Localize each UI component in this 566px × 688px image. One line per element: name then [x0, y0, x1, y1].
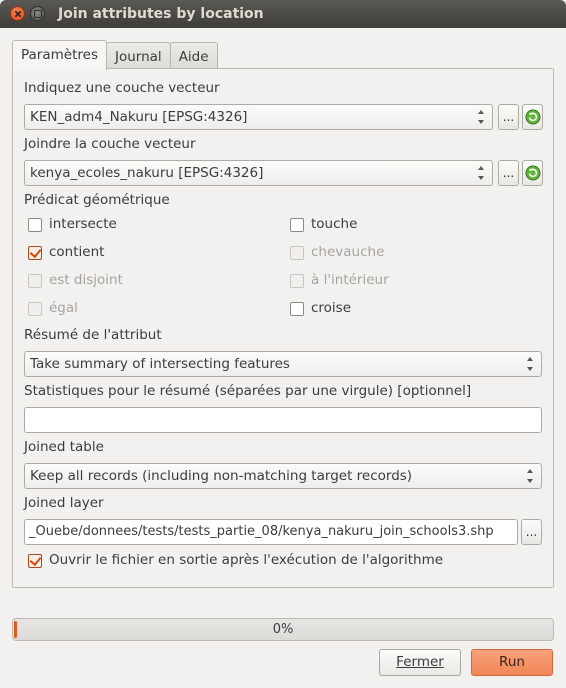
open-output-label: Ouvrir le fichier en sortie après l'exéc… [49, 552, 444, 568]
joined-table-value: Keep all records (including non-matching… [30, 468, 413, 484]
summary-select[interactable]: Take summary of intersecting features [24, 351, 542, 377]
predicate-chevauche-checkbox [290, 246, 304, 260]
predicate-est-disjoint-checkbox [28, 274, 42, 288]
predicate-a-linterieur-label: à l'intérieur [311, 272, 389, 288]
joined-layer-path-input[interactable]: _Ouebe/donnees/tests/tests_partie_08/ken… [24, 519, 518, 545]
input-layer-browse-button[interactable]: ... [498, 104, 519, 130]
input-layer-select[interactable]: KEN_adm4_Nakuru [EPSG:4326] [24, 104, 493, 130]
join-layer-label: Joindre la couche vecteur [24, 136, 196, 152]
predicate-contient-label: contient [49, 244, 105, 260]
join-layer-value: kenya_ecoles_nakuru [EPSG:4326] [30, 165, 264, 181]
close-button-label: Fermer [396, 654, 444, 670]
stats-input[interactable] [24, 407, 542, 433]
summary-label: Résumé de l'attribut [24, 327, 162, 343]
updown-arrows-icon [477, 165, 485, 181]
tab-bar: Paramètres Journal Aide [12, 40, 218, 71]
refresh-green-icon [525, 109, 540, 125]
predicate-touche-label: touche [311, 216, 358, 232]
updown-arrows-icon [526, 468, 534, 484]
join-layer-browse-button[interactable]: ... [498, 160, 519, 186]
predicate-a-linterieur-checkbox [290, 274, 304, 288]
progress-bar: 0% [12, 618, 554, 641]
close-button[interactable]: Fermer [379, 649, 461, 676]
predicate-egal-checkbox [28, 302, 42, 316]
updown-arrows-icon [477, 109, 485, 125]
tab-journal[interactable]: Journal [105, 42, 171, 71]
stats-label: Statistiques pour le résumé (séparées pa… [24, 383, 472, 399]
title-bar: Join attributes by location [0, 0, 566, 28]
tab-parametres[interactable]: Paramètres [12, 40, 107, 70]
maximize-window-icon[interactable] [30, 6, 45, 21]
predicate-label: Prédicat géométrique [24, 192, 170, 208]
input-layer-value: KEN_adm4_Nakuru [EPSG:4326] [30, 109, 248, 125]
joined-table-select[interactable]: Keep all records (including non-matching… [24, 463, 542, 489]
predicate-intersecte-label: intersecte [49, 216, 117, 232]
joined-table-label: Joined table [24, 439, 104, 455]
refresh-green-icon [525, 165, 540, 181]
joined-layer-browse-button[interactable]: ... [521, 519, 542, 545]
predicate-touche-checkbox[interactable] [290, 218, 304, 232]
join-layer-select[interactable]: kenya_ecoles_nakuru [EPSG:4326] [24, 160, 493, 186]
input-layer-label: Indiquez une couche vecteur [24, 80, 220, 96]
tab-aide[interactable]: Aide [169, 42, 218, 71]
parameters-panel: Indiquez une couche vecteur KEN_adm4_Nak… [12, 68, 554, 588]
open-output-checkbox[interactable] [28, 554, 42, 568]
input-layer-iterate-button[interactable] [522, 104, 543, 130]
joined-layer-label: Joined layer [24, 495, 104, 511]
run-button[interactable]: Run [471, 649, 553, 676]
window-title: Join attributes by location [58, 6, 264, 22]
close-window-icon[interactable] [10, 6, 25, 21]
predicate-intersecte-checkbox[interactable] [28, 218, 42, 232]
updown-arrows-icon [526, 356, 534, 372]
predicate-egal-label: égal [49, 300, 78, 316]
predicate-est-disjoint-label: est disjoint [49, 272, 123, 288]
predicate-croise-checkbox[interactable] [290, 302, 304, 316]
predicate-contient-checkbox[interactable] [28, 246, 42, 260]
run-button-label: Run [499, 654, 525, 670]
progress-text: 0% [272, 622, 294, 637]
summary-value: Take summary of intersecting features [30, 356, 290, 372]
join-layer-iterate-button[interactable] [522, 160, 543, 186]
predicate-croise-label: croise [311, 300, 352, 316]
predicate-chevauche-label: chevauche [311, 244, 385, 260]
